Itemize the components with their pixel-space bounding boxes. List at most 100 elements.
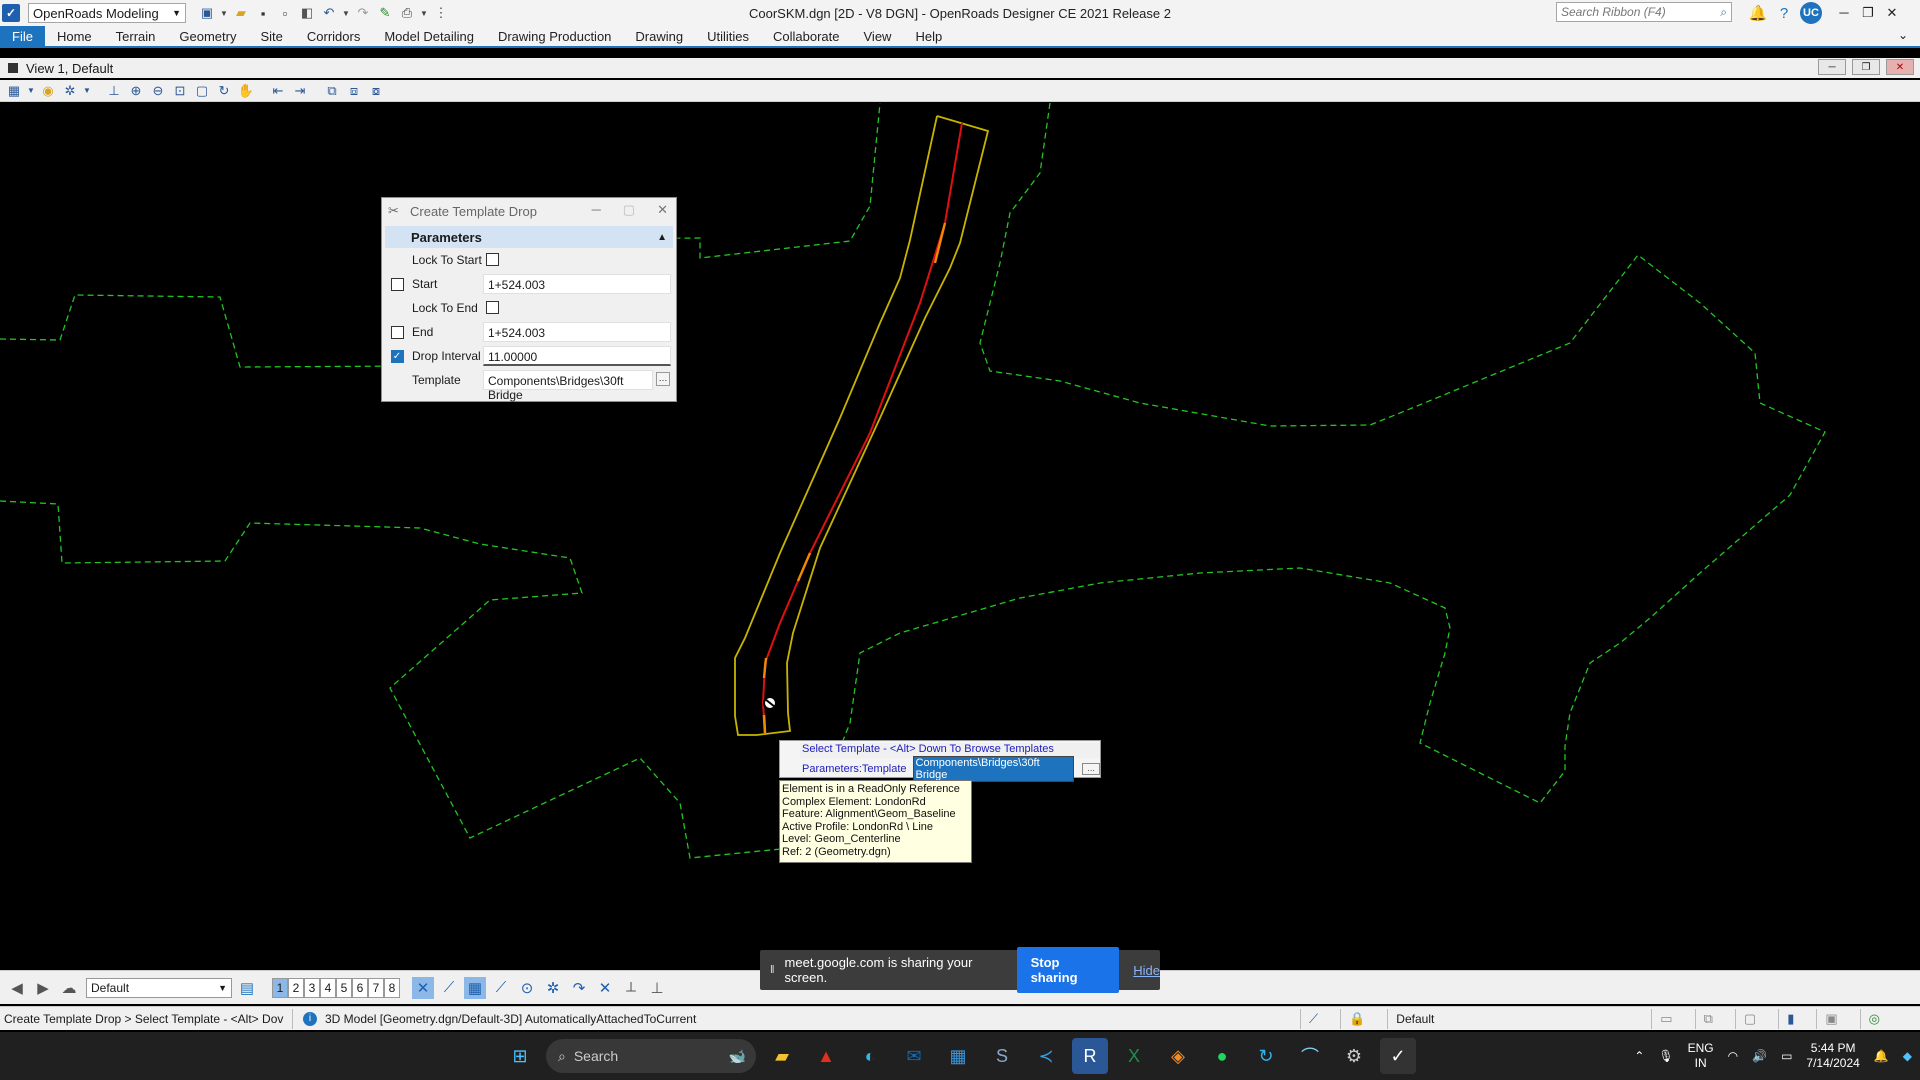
- help-icon[interactable]: ?: [1774, 3, 1794, 23]
- user-avatar[interactable]: UC: [1800, 2, 1822, 24]
- tab-drawing[interactable]: Drawing: [623, 26, 695, 46]
- clip-volume-icon[interactable]: ⧈: [344, 82, 364, 100]
- tab-drawing-production[interactable]: Drawing Production: [486, 26, 623, 46]
- pan-view-icon[interactable]: ✋: [236, 82, 256, 100]
- print-icon[interactable]: ⎙: [398, 4, 416, 22]
- end-enable-checkbox[interactable]: [390, 325, 404, 339]
- draw-line-icon[interactable]: ⟋: [438, 977, 460, 999]
- drag-handle-icon[interactable]: ‖: [770, 964, 775, 976]
- model-icon[interactable]: ☁: [58, 977, 80, 999]
- save-settings-icon[interactable]: ▫: [276, 4, 294, 22]
- microphone-icon[interactable]: 🎙: [1658, 1049, 1673, 1063]
- windows-start-icon[interactable]: ⊞: [502, 1038, 538, 1074]
- model-status-icon[interactable]: ▮: [1778, 1008, 1802, 1029]
- view-restore-icon[interactable]: ❐: [1852, 59, 1880, 75]
- wifi-icon[interactable]: ◠: [1728, 1049, 1738, 1063]
- chevron-down-icon[interactable]: ▼: [82, 82, 92, 100]
- element-selection-icon[interactable]: ⧉: [1694, 1008, 1721, 1029]
- template-field[interactable]: Components\Bridges\30ft Bridge: [483, 370, 653, 402]
- grid-snap-icon[interactable]: ▦: [464, 976, 486, 999]
- view-button-1[interactable]: 1: [272, 977, 288, 998]
- zoom-in-icon[interactable]: ⊕: [126, 82, 146, 100]
- copilot-icon[interactable]: ◆: [1903, 1049, 1912, 1063]
- save-icon[interactable]: ▪: [254, 4, 272, 22]
- tab-geometry[interactable]: Geometry: [167, 26, 248, 46]
- active-level-dropdown[interactable]: Default ▼: [86, 977, 232, 998]
- volume-icon[interactable]: 🔊: [1752, 1049, 1767, 1063]
- lighting-icon[interactable]: ✲: [60, 82, 80, 100]
- undo-icon[interactable]: ↶: [320, 4, 338, 22]
- perpendicular-snap-icon[interactable]: ⟂: [620, 977, 642, 999]
- view-minimize-icon[interactable]: ─: [1818, 59, 1846, 75]
- notification-icon[interactable]: 🔔: [1874, 1049, 1889, 1063]
- chevron-down-icon[interactable]: ▼: [26, 82, 36, 100]
- accudraw-icon[interactable]: ⟋: [1300, 1008, 1326, 1029]
- stop-sharing-button[interactable]: Stop sharing: [1016, 947, 1120, 993]
- lock-icon[interactable]: 🔒: [1340, 1008, 1373, 1029]
- edge-browser-icon[interactable]: ◐: [852, 1038, 888, 1074]
- dialog-close-icon[interactable]: ✕: [657, 202, 668, 218]
- start-enable-checkbox[interactable]: [390, 277, 404, 291]
- language-indicator[interactable]: ENG IN: [1688, 1041, 1714, 1071]
- sync-app-icon[interactable]: ↻: [1248, 1038, 1284, 1074]
- tab-file[interactable]: File: [0, 26, 45, 46]
- pin-icon[interactable]: ✎: [376, 4, 394, 22]
- taskbar-search[interactable]: ⌕ Search 🐋: [546, 1039, 756, 1073]
- minimize-icon[interactable]: ─: [1836, 5, 1852, 21]
- view-attributes-icon[interactable]: ▦: [4, 82, 24, 100]
- open-folder-icon[interactable]: ▰: [232, 4, 250, 22]
- store-icon[interactable]: ▦: [940, 1038, 976, 1074]
- app-logo-icon[interactable]: ✓: [2, 4, 20, 22]
- customize-icon[interactable]: ⋮: [432, 4, 450, 22]
- restore-icon[interactable]: ❐: [1860, 5, 1876, 21]
- system-clock[interactable]: 5:44 PM 7/14/2024: [1806, 1041, 1859, 1071]
- workflow-dropdown[interactable]: OpenRoads Modeling ▼: [28, 3, 186, 23]
- tab-model-detailing[interactable]: Model Detailing: [372, 26, 486, 46]
- acrobat-icon[interactable]: ▲: [808, 1038, 844, 1074]
- tab-collaborate[interactable]: Collaborate: [761, 26, 852, 46]
- drop-interval-checkbox[interactable]: ✓: [390, 349, 404, 363]
- view-button-4[interactable]: 4: [320, 977, 336, 998]
- line-snap-icon[interactable]: ⟋: [490, 977, 512, 999]
- design-history-icon[interactable]: ▭: [1651, 1008, 1680, 1029]
- view-windows-icon[interactable]: ▤: [236, 977, 258, 999]
- search-icon[interactable]: ⌕: [1720, 5, 1727, 19]
- dialog-maximize-icon[interactable]: ▢: [623, 202, 635, 218]
- chevron-down-icon[interactable]: ▼: [220, 9, 228, 18]
- view-button-3[interactable]: 3: [304, 977, 320, 998]
- chevron-down-icon[interactable]: ▼: [342, 9, 350, 18]
- office-app-icon[interactable]: ◈: [1160, 1038, 1196, 1074]
- vscode-icon[interactable]: ≺: [1028, 1038, 1064, 1074]
- chevron-down-icon[interactable]: ▼: [420, 9, 428, 18]
- tab-utilities[interactable]: Utilities: [695, 26, 761, 46]
- start-field[interactable]: 1+524.003: [483, 274, 671, 294]
- network-icon[interactable]: ◎: [1859, 1008, 1888, 1029]
- forward-icon[interactable]: ▶: [32, 977, 54, 999]
- new-file-icon[interactable]: ▣: [198, 4, 216, 22]
- view-previous-icon[interactable]: ⇤: [268, 82, 288, 100]
- end-field[interactable]: 1+524.003: [483, 322, 671, 342]
- alignment-centerline[interactable]: [761, 122, 963, 734]
- intersection-snap-icon[interactable]: ✕: [594, 977, 616, 999]
- spotify-icon[interactable]: ●: [1204, 1038, 1240, 1074]
- view-next-icon[interactable]: ⇥: [290, 82, 310, 100]
- revit-icon[interactable]: R: [1072, 1038, 1108, 1074]
- view-button-2[interactable]: 2: [288, 977, 304, 998]
- lock-end-checkbox[interactable]: [486, 301, 499, 314]
- status-level[interactable]: Default: [1387, 1008, 1637, 1029]
- zoom-out-icon[interactable]: ⊖: [148, 82, 168, 100]
- outlook-icon[interactable]: ✉: [896, 1038, 932, 1074]
- info-icon[interactable]: i: [303, 1011, 317, 1026]
- ribbon-collapse-icon[interactable]: ⌄: [1898, 28, 1908, 42]
- tab-home[interactable]: Home: [45, 26, 104, 46]
- arc-snap-icon[interactable]: ↷: [568, 977, 590, 999]
- copy-view-icon[interactable]: ⧉: [322, 82, 342, 100]
- view-button-5[interactable]: 5: [336, 977, 352, 998]
- rotate-view-icon[interactable]: ↻: [214, 82, 234, 100]
- view-button-8[interactable]: 8: [384, 977, 400, 998]
- center-snap-icon[interactable]: ⊙: [516, 977, 538, 999]
- settings-gear-icon[interactable]: ⚙: [1336, 1038, 1372, 1074]
- view-close-icon[interactable]: ✕: [1886, 59, 1914, 75]
- fit-view-icon[interactable]: ▢: [192, 82, 212, 100]
- search-ribbon-input[interactable]: Search Ribbon (F4) ⌕: [1556, 2, 1732, 22]
